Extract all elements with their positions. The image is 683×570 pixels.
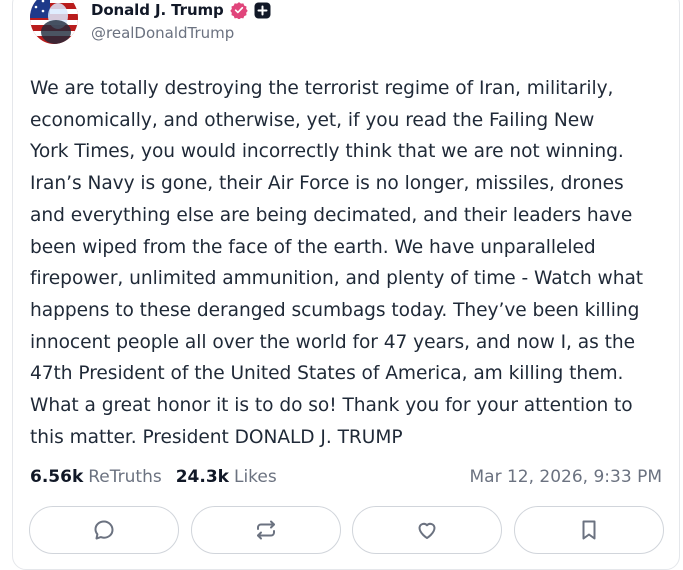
retruths-count[interactable]: 6.56k — [30, 467, 83, 487]
bookmark-button[interactable] — [513, 506, 664, 554]
post-timestamp[interactable]: Mar 12, 2026, 9:33 PM — [470, 466, 663, 488]
like-button[interactable] — [352, 506, 503, 554]
heart-icon — [418, 522, 436, 539]
likes-count[interactable]: 24.3k — [176, 467, 229, 487]
author-name-row: Donald J. Trump — [91, 0, 271, 20]
verified-badge-icon — [229, 1, 248, 19]
plus-badge-icon — [254, 2, 271, 19]
likes-label[interactable]: Likes — [234, 467, 277, 487]
bookmark-icon — [582, 520, 596, 540]
engagement-stats: 6.56k ReTruths 24.3k Likes — [30, 466, 277, 488]
action-bar — [29, 506, 664, 554]
post-body-text: We are totally destroying the terrorist … — [30, 78, 644, 448]
retruth-button[interactable] — [190, 506, 341, 554]
author-handle[interactable]: @realDonaldTrump — [91, 24, 234, 42]
repost-arrows-icon — [256, 520, 275, 540]
author-display-name[interactable]: Donald J. Trump — [91, 1, 224, 19]
speech-bubble-icon — [94, 520, 114, 540]
reply-button[interactable] — [29, 506, 179, 554]
retruths-label[interactable]: ReTruths — [88, 467, 161, 487]
